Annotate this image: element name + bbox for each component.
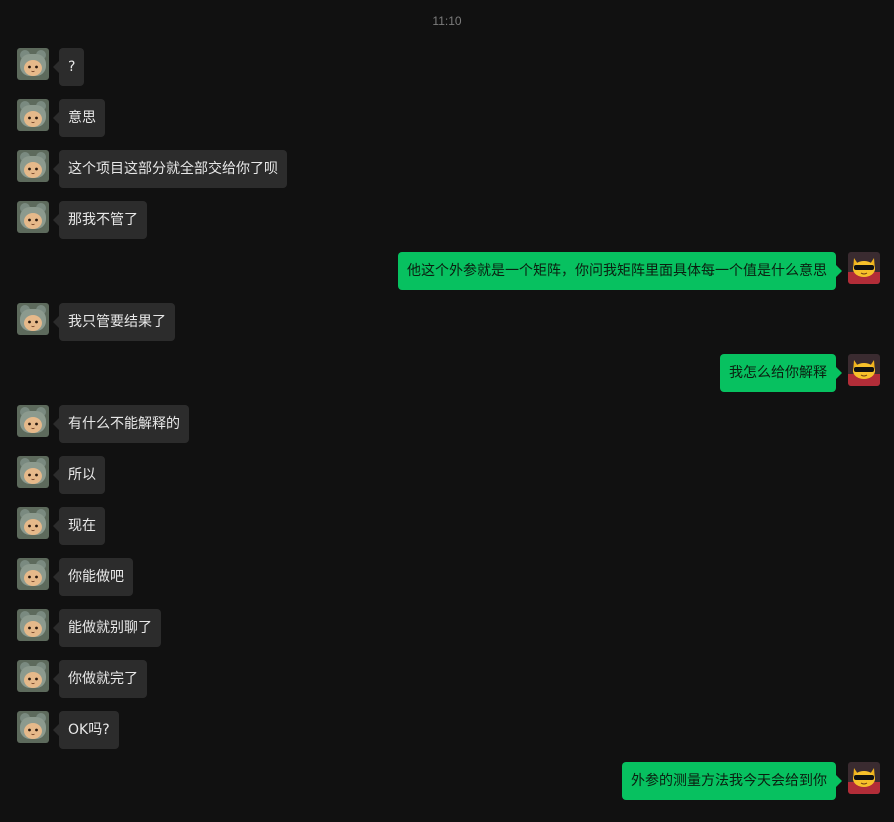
- contact-avatar-icon[interactable]: [17, 507, 49, 539]
- contact-avatar-icon[interactable]: [17, 201, 49, 233]
- message-bubble[interactable]: ?: [52, 48, 85, 86]
- message-bubble[interactable]: 我怎么给你解释: [720, 354, 842, 392]
- contact-avatar-icon[interactable]: [17, 456, 49, 488]
- contact-avatar-icon[interactable]: [17, 660, 49, 692]
- message-bubble[interactable]: OK吗?: [53, 711, 119, 749]
- message-bubble[interactable]: 所以: [53, 456, 105, 494]
- self-avatar-icon[interactable]: [848, 354, 880, 386]
- message-bubble[interactable]: 有什么不能解释的: [53, 405, 189, 443]
- self-avatar-icon[interactable]: [848, 252, 880, 284]
- message-bubble[interactable]: 你能做吧: [53, 558, 133, 596]
- message-bubble[interactable]: 能做就别聊了: [53, 609, 161, 647]
- contact-avatar-icon[interactable]: [17, 558, 49, 590]
- contact-avatar-icon[interactable]: [17, 99, 49, 131]
- message-bubble[interactable]: 这个项目这部分就全部交给你了呗: [53, 150, 287, 188]
- message-bubble[interactable]: 那我不管了: [53, 201, 147, 239]
- contact-avatar-icon[interactable]: [17, 609, 49, 641]
- timestamp: 11:10: [432, 14, 462, 28]
- message-bubble[interactable]: 我只管要结果了: [53, 303, 175, 341]
- message-bubble[interactable]: 你做就完了: [53, 660, 147, 698]
- message-bubble[interactable]: 他这个外参就是一个矩阵，你问我矩阵里面具体每一个值是什么意思: [398, 252, 842, 290]
- contact-avatar-icon[interactable]: [17, 150, 49, 182]
- contact-avatar-icon[interactable]: [17, 303, 49, 335]
- message-bubble[interactable]: 外参的测量方法我今天会给到你: [622, 762, 842, 800]
- contact-avatar-icon[interactable]: [17, 711, 49, 743]
- message-bubble[interactable]: 意思: [53, 99, 105, 137]
- message-bubble[interactable]: 现在: [53, 507, 105, 545]
- contact-avatar-icon[interactable]: [17, 405, 49, 437]
- self-avatar-icon[interactable]: [848, 762, 880, 794]
- contact-avatar-icon[interactable]: [17, 48, 49, 80]
